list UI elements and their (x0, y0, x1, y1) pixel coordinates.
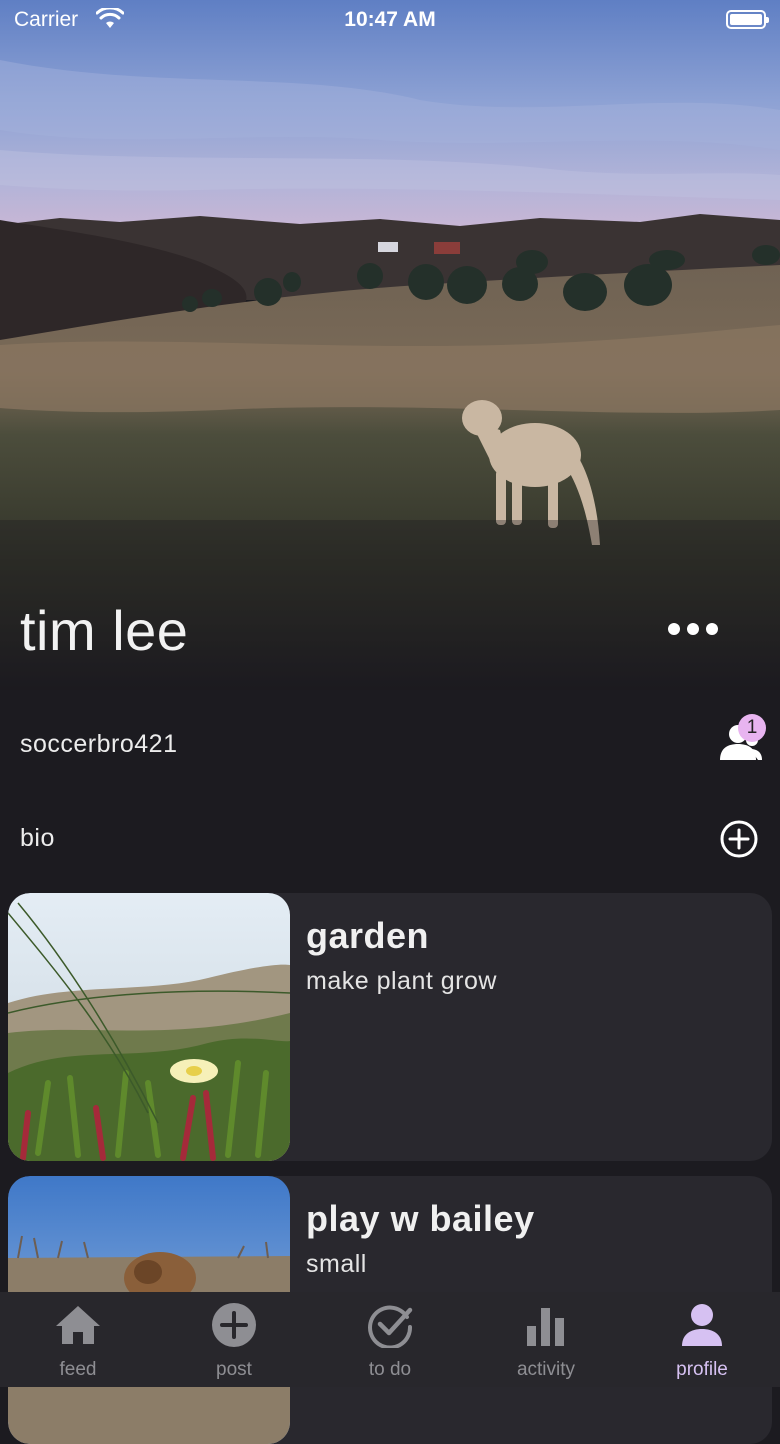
home-icon (56, 1306, 100, 1344)
person-icon (682, 1304, 722, 1346)
tab-label: activity (516, 1359, 576, 1380)
add-bio-icon[interactable] (719, 819, 759, 859)
cover-photo (0, 0, 780, 690)
project-title: play w bailey (306, 1198, 535, 1239)
status-time: 10:47 AM (344, 8, 436, 31)
more-dot-icon (668, 623, 680, 635)
project-subtitle: make plant grow (306, 967, 497, 995)
battery-icon (726, 10, 769, 29)
tab-activity[interactable]: activity (468, 1292, 624, 1387)
project-subtitle: small (306, 1250, 367, 1278)
bar-chart-icon (527, 1308, 564, 1346)
more-dot-icon (687, 623, 699, 635)
username: soccerbro421 (20, 730, 178, 758)
tab-label: post (216, 1359, 252, 1380)
more-dot-icon (706, 623, 718, 635)
tab-label: profile (676, 1359, 728, 1380)
tab-profile[interactable]: profile (624, 1292, 780, 1387)
tab-post[interactable]: post (156, 1292, 312, 1387)
more-options-button[interactable] (668, 616, 718, 642)
tab-bar: feed post to do activity profile (0, 1292, 780, 1387)
project-title: garden (306, 915, 430, 956)
project-thumbnail (8, 893, 290, 1161)
profile-name: tim lee (20, 599, 189, 662)
bio-label: bio (20, 824, 55, 852)
tab-label: feed (59, 1359, 97, 1380)
plus-circle-icon (212, 1303, 256, 1347)
status-bar: Carrier 10:47 AM (0, 0, 780, 44)
tab-label: to do (368, 1359, 412, 1380)
tab-to-do[interactable]: to do (312, 1292, 468, 1387)
project-card-garden[interactable]: garden make plant grow (8, 893, 772, 1161)
tab-feed[interactable]: feed (0, 1292, 156, 1387)
check-circle-icon (368, 1305, 413, 1348)
friend-request-badge: 1 (738, 714, 766, 742)
